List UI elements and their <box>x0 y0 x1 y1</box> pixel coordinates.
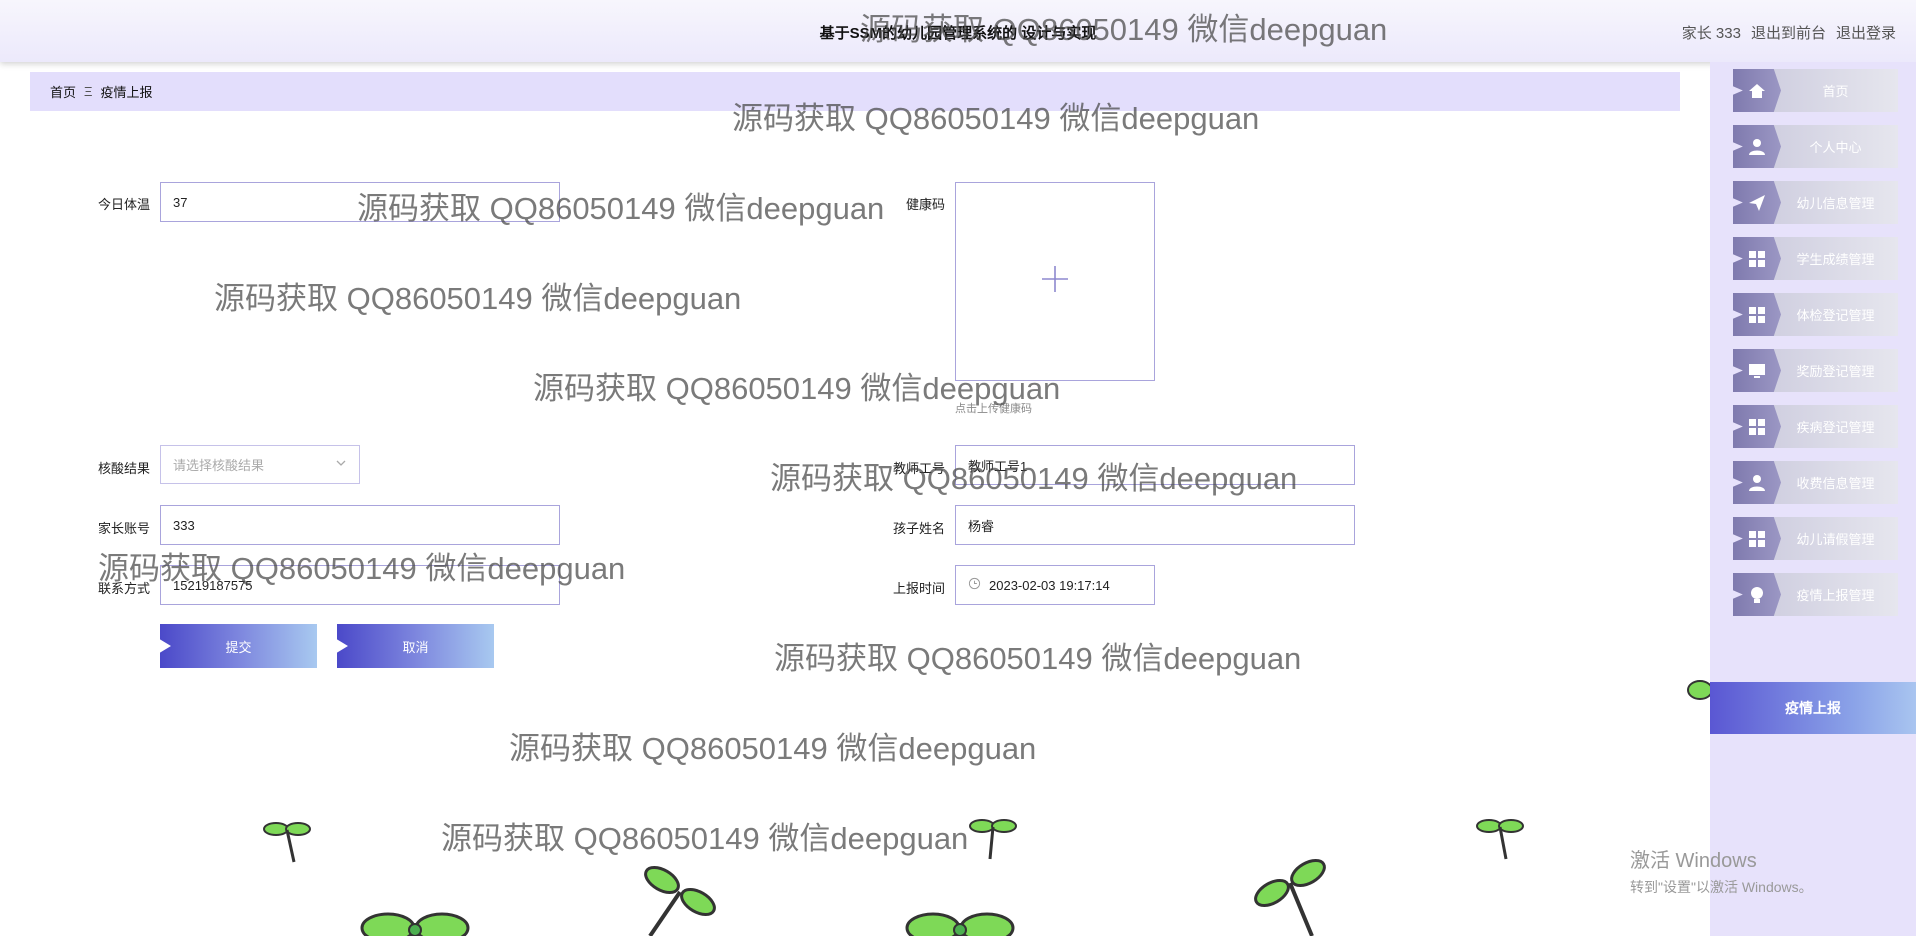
phone-label: 联系方式 <box>97 581 150 596</box>
nucleic-placeholder: 请选择核酸结果 <box>173 458 265 473</box>
home-icon <box>1749 83 1765 98</box>
front-link[interactable]: 退出到前台 <box>1751 22 1826 43</box>
windows-activation-title: 激活 Windows <box>1630 850 1757 872</box>
sidebar-item-checkup[interactable]: 体检登记管理 <box>1733 293 1898 336</box>
sidebar-item-children[interactable]: 幼儿信息管理 <box>1733 181 1898 224</box>
temperature-input[interactable]: 37 <box>160 182 560 222</box>
breadcrumb-separator: Ξ <box>84 84 93 99</box>
breadcrumb-current: 疫情上报 <box>100 85 153 100</box>
propeller-icon <box>644 866 716 936</box>
breadcrumb: 首页 Ξ 疫情上报 <box>30 72 1680 111</box>
propeller-icon <box>1687 680 1710 700</box>
grid-icon <box>1749 250 1765 267</box>
sidebar-item-label: 收费信息管理 <box>1796 476 1875 491</box>
sidebar-item-label: 首页 <box>1822 84 1849 99</box>
clock-icon <box>968 577 981 593</box>
grid-icon <box>1749 530 1765 547</box>
sidebar-item-grades[interactable]: 学生成绩管理 <box>1733 237 1898 280</box>
sidebar-item-rewards[interactable]: 奖励登记管理 <box>1733 349 1898 392</box>
grid-icon <box>1749 418 1765 435</box>
sidebar-item-label: 幼儿信息管理 <box>1796 196 1875 211</box>
health-code-upload[interactable] <box>955 182 1155 381</box>
health-code-hint: 点击上传健康码 <box>955 403 1032 415</box>
watermark: 源码获取 QQ86050149 微信deepguan <box>441 821 969 856</box>
sidebar-item-label: 学生成绩管理 <box>1796 252 1875 267</box>
health-code-label: 健康码 <box>905 197 945 212</box>
bulb-icon <box>1751 586 1763 603</box>
nucleic-label: 核酸结果 <box>97 461 150 476</box>
parent-account-input[interactable]: 333 <box>160 505 560 545</box>
phone-input[interactable]: 15219187575 <box>160 565 560 605</box>
grid-icon <box>1749 306 1765 323</box>
sidebar-item-personal[interactable]: 个人中心 <box>1733 125 1898 168</box>
sidebar-item-epidemic-manage[interactable]: 疫情上报管理 <box>1733 573 1898 616</box>
propeller-icon <box>969 819 1017 860</box>
logout-link[interactable]: 退出登录 <box>1836 22 1896 43</box>
top-links: 家长 333 退出到前台 退出登录 <box>1682 22 1896 43</box>
temperature-label: 今日体温 <box>97 197 150 212</box>
sidebar-item-label: 体检登记管理 <box>1796 308 1875 323</box>
watermark: 源码获取 QQ86050149 微信deepguan <box>214 281 742 316</box>
user-icon <box>1749 474 1765 491</box>
cancel-button[interactable]: 取消 <box>337 624 494 668</box>
watermark: 源码获取 QQ86050149 微信deepguan <box>774 641 1302 676</box>
report-time-value: 2023-02-03 19:17:14 <box>989 577 1110 593</box>
sidebar-item-fees[interactable]: 收费信息管理 <box>1733 461 1898 504</box>
sidebar-item-label: 个人中心 <box>1809 140 1862 155</box>
sidebar-item-label: 疾病登记管理 <box>1796 420 1875 435</box>
child-name-input[interactable]: 杨睿 <box>955 505 1355 545</box>
chevron-down-icon <box>335 457 347 472</box>
propeller-icon <box>905 912 1015 936</box>
monitor-icon <box>1749 363 1765 378</box>
sidebar-item-label: 奖励登记管理 <box>1796 364 1875 379</box>
user-icon <box>1749 138 1765 155</box>
parent-account-label: 家长账号 <box>97 521 150 536</box>
sidebar: 首页 个人中心 幼儿信息管理 学生成绩管理 体检登记管理 奖励登记管理 疾病登记… <box>1710 62 1916 936</box>
teacher-no-input[interactable]: 教师工号1 <box>955 445 1355 485</box>
sidebar-item-illness[interactable]: 疾病登记管理 <box>1733 405 1898 448</box>
sidebar-item-label: 幼儿请假管理 <box>1796 532 1875 547</box>
sidebar-item-epidemic-report[interactable]: 疫情上报 <box>1710 682 1916 734</box>
top-header: 基于SSM的幼儿园管理系统的 设计与实现 家长 333 退出到前台 退出登录 <box>0 0 1916 62</box>
sidebar-item-label: 疫情上报管理 <box>1796 588 1875 603</box>
watermark: 源码获取 QQ86050149 微信deepguan <box>509 731 1037 766</box>
propeller-icon <box>360 912 470 936</box>
nucleic-select[interactable]: 请选择核酸结果 <box>160 445 360 484</box>
breadcrumb-home[interactable]: 首页 <box>50 82 76 101</box>
submit-button[interactable]: 提交 <box>160 624 317 668</box>
propeller-icon <box>263 822 311 863</box>
teacher-no-label: 教师工号 <box>892 461 945 476</box>
report-time-input[interactable]: 2023-02-03 19:17:14 <box>955 565 1155 605</box>
windows-activation-subtitle: 转到"设置"以激活 Windows。 <box>1630 879 1813 895</box>
child-name-label: 孩子姓名 <box>892 521 945 536</box>
send-icon <box>1749 194 1765 211</box>
plus-icon <box>1040 264 1070 299</box>
windows-activation-notice: 激活 Windows 转到"设置"以激活 Windows。 <box>1630 844 1813 897</box>
report-time-label: 上报时间 <box>892 581 945 596</box>
propeller-icon <box>1476 819 1524 860</box>
sidebar-item-leave[interactable]: 幼儿请假管理 <box>1733 517 1898 560</box>
propeller-icon <box>1254 859 1326 936</box>
site-title: 基于SSM的幼儿园管理系统的 设计与实现 <box>819 25 1097 42</box>
current-user: 家长 333 <box>1681 25 1741 42</box>
sidebar-item-home[interactable]: 首页 <box>1733 69 1898 112</box>
